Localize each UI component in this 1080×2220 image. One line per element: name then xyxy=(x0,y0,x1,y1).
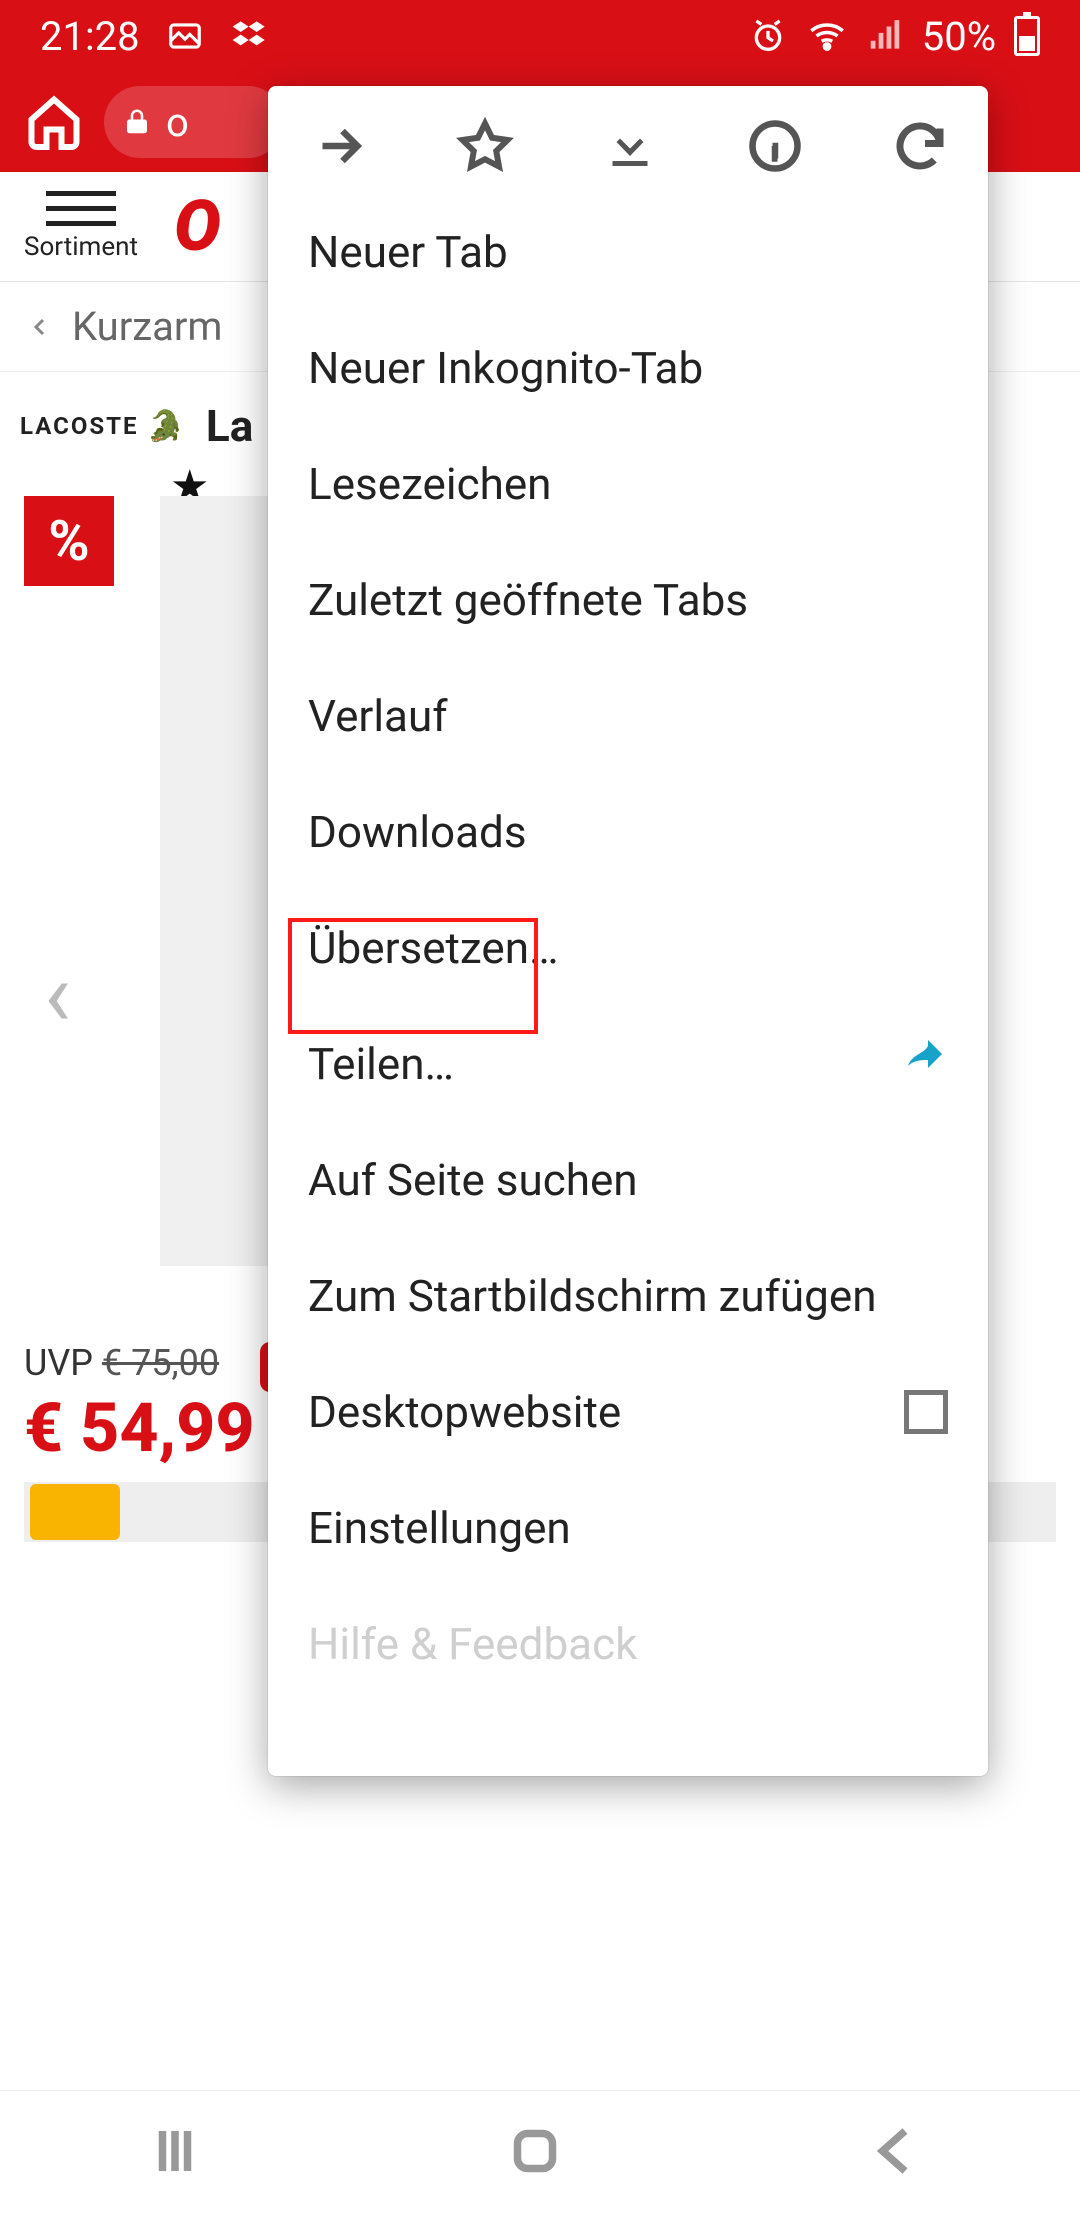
otto-logo[interactable]: O xyxy=(174,186,217,268)
download-icon[interactable] xyxy=(600,116,660,176)
recents-button[interactable] xyxy=(145,2121,215,2191)
browser-overflow-menu: Neuer Tab Neuer Inkognito-Tab Lesezeiche… xyxy=(268,86,988,1776)
sortiment-label: Sortiment xyxy=(24,232,138,262)
crocodile-icon: 🐊 xyxy=(147,409,186,444)
url-text: o xyxy=(166,99,189,146)
lock-icon xyxy=(122,107,152,137)
image-icon xyxy=(166,17,204,55)
discount-badge: % xyxy=(24,496,114,586)
signal-icon xyxy=(866,17,904,55)
uvp-line: UVP € 75,00 xyxy=(24,1342,255,1384)
home-button[interactable] xyxy=(24,92,84,152)
dropbox-icon xyxy=(230,16,270,56)
menu-item-find[interactable]: Auf Seite suchen xyxy=(268,1122,988,1238)
battery-icon xyxy=(1014,16,1040,56)
menu-item-new-tab[interactable]: Neuer Tab xyxy=(268,194,988,310)
back-nav-button[interactable] xyxy=(865,2121,935,2191)
brand-logo[interactable]: LACOSTE 🐊 xyxy=(20,409,186,444)
star-outline-icon[interactable] xyxy=(455,116,515,176)
product-title: La xyxy=(206,400,253,452)
status-left: 21:28 xyxy=(40,13,270,60)
reload-icon[interactable] xyxy=(890,116,950,176)
status-bar: 21:28 50% xyxy=(0,0,1080,72)
chevron-left-icon xyxy=(28,307,52,347)
menu-item-recent-tabs[interactable]: Zuletzt geöffnete Tabs xyxy=(268,542,988,658)
alarm-icon xyxy=(748,16,788,56)
menu-item-downloads[interactable]: Downloads xyxy=(268,774,988,890)
sortiment-button[interactable]: Sortiment xyxy=(24,191,138,262)
menu-item-history[interactable]: Verlauf xyxy=(268,658,988,774)
payment-chip xyxy=(30,1484,120,1540)
breadcrumb-label: Kurzarm xyxy=(72,303,223,350)
share-icon xyxy=(900,1040,948,1088)
menu-item-desktop-site[interactable]: Desktopwebsite xyxy=(268,1354,988,1470)
url-bar[interactable]: o xyxy=(104,86,284,158)
menu-item-translate[interactable]: Übersetzen… xyxy=(268,890,988,1006)
hamburger-icon xyxy=(46,191,116,226)
battery-text: 50% xyxy=(922,13,996,60)
system-nav-bar xyxy=(0,2090,1080,2220)
status-right: 50% xyxy=(748,13,1040,60)
price-block: UVP € 75,00 € 54,99 xyxy=(24,1342,255,1468)
menu-item-add-home[interactable]: Zum Startbildschirm zufügen xyxy=(268,1238,988,1354)
menu-item-settings[interactable]: Einstellungen xyxy=(268,1470,988,1586)
menu-item-bookmarks[interactable]: Lesezeichen xyxy=(268,426,988,542)
home-nav-button[interactable] xyxy=(505,2121,575,2191)
menu-item-share[interactable]: Teilen… xyxy=(268,1006,988,1122)
menu-item-incognito[interactable]: Neuer Inkognito-Tab xyxy=(268,310,988,426)
menu-item-help[interactable]: Hilfe & Feedback xyxy=(268,1586,988,1702)
status-time: 21:28 xyxy=(40,13,140,60)
brand-name: LACOSTE xyxy=(20,412,139,440)
price-now: € 54,99 xyxy=(24,1388,255,1468)
wifi-icon xyxy=(806,15,848,57)
uvp-price: € 75,00 xyxy=(102,1342,219,1384)
menu-icon-row xyxy=(268,86,988,194)
forward-icon[interactable] xyxy=(310,116,370,176)
info-icon[interactable] xyxy=(745,116,805,176)
carousel-prev-button[interactable]: ‹ xyxy=(44,942,71,1047)
uvp-label: UVP xyxy=(24,1342,93,1384)
desktop-site-checkbox[interactable] xyxy=(904,1390,948,1434)
